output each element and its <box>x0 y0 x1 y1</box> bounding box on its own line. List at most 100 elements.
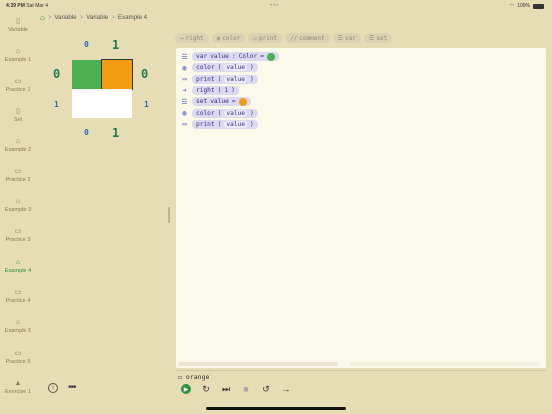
sidebar-item[interactable]: ▭ Practice 1 <box>0 78 36 93</box>
arrow-right-icon: → <box>182 86 187 95</box>
code-line[interactable]: ☰ set value = <box>180 97 251 107</box>
list-icon: ☰ <box>368 34 375 42</box>
code-token: 1 <box>224 86 229 94</box>
grid-cell[interactable] <box>72 60 102 89</box>
palette-var-chip[interactable]: ☰ var <box>332 33 361 43</box>
sidebar-item-label: Practice 2 <box>5 177 31 183</box>
sidebar-item-label: Set <box>13 117 23 123</box>
sidebar-item-label: Practice 5 <box>5 359 31 365</box>
code-line[interactable]: ☰ var value: Color = <box>180 52 279 61</box>
sidebar-item[interactable]: ▭ Practice 5 <box>0 350 36 365</box>
list-icon: ☰ <box>337 34 343 42</box>
sidebar-item[interactable]: ▭ Practice 4 <box>0 289 36 304</box>
color-swatch[interactable] <box>238 97 247 106</box>
code-token: var <box>196 53 208 60</box>
col-index-top: 0 <box>84 40 89 49</box>
code-token: color <box>196 64 215 72</box>
sidebar-item-label: Example 1 <box>4 57 32 63</box>
code-block[interactable]: color(value) <box>192 108 258 118</box>
sidebar-item-label: Example 2 <box>4 147 32 153</box>
code-token: ( <box>217 109 222 117</box>
sidebar-item[interactable]: ▭ Practice 3 <box>0 228 36 243</box>
code-line[interactable]: ◍ color(value) <box>180 63 258 73</box>
home-indicator[interactable] <box>206 407 346 410</box>
row-index-left: 0 <box>53 67 61 81</box>
code-block[interactable]: set value = <box>192 97 251 107</box>
keyboard-icon: ▭ <box>14 168 22 175</box>
palette-set-chip[interactable]: ☰ set <box>363 33 393 43</box>
more-icon[interactable]: ••• <box>68 383 76 393</box>
code-block[interactable]: right(1) <box>192 85 239 95</box>
document-icon: ▯ <box>16 108 20 115</box>
sidebar-item[interactable]: ▲ Exercise 1 <box>0 380 36 395</box>
code-line[interactable]: ◍ color(value) <box>180 108 258 118</box>
code-token: value <box>224 109 248 117</box>
color-swatch[interactable] <box>266 52 275 61</box>
code-block[interactable]: color(value) <box>192 63 258 73</box>
code-token: ) <box>250 64 254 72</box>
palette-chip-label: var <box>344 34 356 42</box>
code-token: print <box>196 75 215 83</box>
monitor-icon: ▭ <box>182 120 187 129</box>
code-block[interactable]: var value: Color = <box>192 52 279 61</box>
horizontal-scrollbar-track <box>350 362 540 366</box>
sidebar-item-label: Practice 1 <box>5 87 31 93</box>
multitask-dots[interactable]: ••• <box>270 3 279 9</box>
grid-cell[interactable] <box>72 89 102 118</box>
sidebar-item[interactable]: ⌂ Example 2 <box>0 138 36 153</box>
palette-comment-chip[interactable]: //comment <box>285 33 330 43</box>
code-block[interactable]: print(value) <box>192 119 258 129</box>
row-index-left: 1 <box>54 100 59 109</box>
palette-right-chip[interactable]: → right <box>175 33 209 43</box>
code-line[interactable]: → right(1) <box>180 85 239 95</box>
step-button[interactable]: ⏭ <box>221 384 231 394</box>
palette-print-chip[interactable]: ▭ print <box>248 33 283 43</box>
code-token: value <box>224 120 248 128</box>
sidebar-item[interactable]: ⌂ Example 3 <box>0 198 36 213</box>
sidebar-item-label: Variable <box>7 27 29 33</box>
code-token: ( <box>217 64 222 72</box>
home-icon[interactable]: ⌂ <box>40 13 45 22</box>
code-token: right <box>196 86 215 94</box>
col-index-top: 1 <box>112 38 120 52</box>
status-right: ◠ 100% <box>510 3 544 9</box>
sidebar-item-label: Example 4 <box>4 268 32 274</box>
palette-icon: ◍ <box>182 109 187 117</box>
code-token: Color <box>238 53 258 60</box>
code-token: ( <box>217 75 222 83</box>
grid-cell[interactable] <box>102 89 132 118</box>
palette-color-chip[interactable]: ◍ color <box>211 33 246 43</box>
code-token: ) <box>250 120 254 128</box>
battery-label: 100% <box>517 3 530 9</box>
code-block[interactable]: print(value) <box>192 74 258 84</box>
step-over-button[interactable]: ↻ <box>201 384 211 394</box>
chevron-right-icon: > <box>111 14 115 21</box>
reset-button[interactable]: ↺ <box>261 384 271 394</box>
code-token: ( <box>217 86 222 94</box>
breadcrumb-item[interactable]: Variable <box>54 14 76 21</box>
code-line[interactable]: ▭ print(value) <box>180 119 258 129</box>
sidebar-item[interactable]: ▭ Practice 2 <box>0 168 36 183</box>
code-line[interactable]: ▭ print(value) <box>180 74 258 84</box>
next-button[interactable]: → <box>281 384 291 394</box>
split-handle[interactable] <box>168 207 170 223</box>
info-icon[interactable]: i <box>48 383 58 393</box>
horizontal-scrollbar[interactable] <box>178 362 338 366</box>
keyboard-icon: ▭ <box>14 78 22 85</box>
monitor-icon: ▭ <box>178 372 182 381</box>
palette-chip-label: right <box>185 34 204 42</box>
breadcrumb-item[interactable]: Variable <box>86 14 108 21</box>
sidebar-item[interactable]: ⌂ Example 4 <box>0 259 36 274</box>
sidebar-item[interactable]: ⌂ Example 1 <box>0 48 36 63</box>
sidebar-item-label: Example 5 <box>4 328 32 334</box>
code-token: ) <box>231 86 235 94</box>
sidebar-item[interactable]: ▯ Set <box>0 108 36 123</box>
palette-icon: ◍ <box>216 34 221 42</box>
code-token: ( <box>217 120 222 128</box>
stop-button[interactable]: ■ <box>241 384 251 394</box>
grid-cell[interactable] <box>101 59 133 90</box>
code-editor[interactable]: ☰ var value: Color = ◍ color(value) ▭ print(valu… <box>176 48 546 368</box>
run-button[interactable]: ▶ <box>181 384 191 394</box>
sidebar-item[interactable]: ⌂ Example 5 <box>0 319 36 334</box>
sidebar-item[interactable]: ▯ Variable <box>0 18 36 33</box>
